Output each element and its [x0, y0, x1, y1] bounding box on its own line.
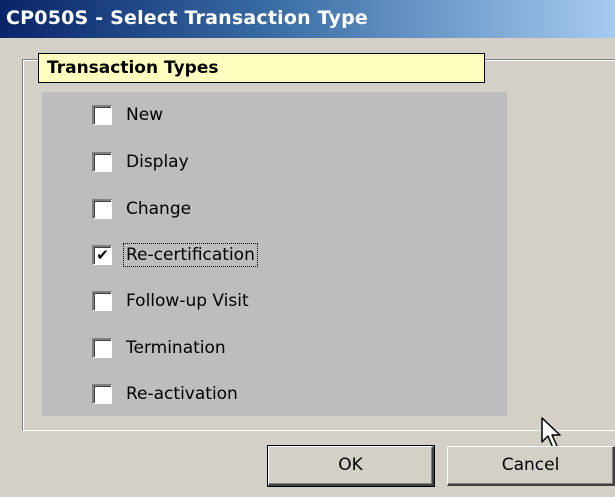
option-re-certification[interactable]: ✔ Re-certification — [92, 242, 258, 268]
checkbox-display[interactable] — [92, 152, 112, 172]
option-label[interactable]: Change — [124, 198, 193, 220]
dialog-body: Transaction Types New Display Change ✔ R… — [0, 38, 615, 497]
ok-button[interactable]: OK — [267, 445, 435, 487]
checkbox-new[interactable] — [92, 105, 112, 125]
checkbox-follow-up-visit[interactable] — [92, 291, 112, 311]
option-re-activation[interactable]: Re-activation — [92, 381, 240, 407]
checkbox-termination[interactable] — [92, 338, 112, 358]
cancel-button[interactable]: Cancel — [447, 446, 615, 486]
option-label[interactable]: Re-activation — [124, 383, 240, 405]
option-label[interactable]: Follow-up Visit — [124, 290, 251, 312]
option-label[interactable]: Re-certification — [123, 243, 258, 267]
checkbox-re-activation[interactable] — [92, 384, 112, 404]
window-title: CP050S - Select Transaction Type — [6, 7, 369, 29]
option-label[interactable]: New — [124, 104, 165, 126]
checkbox-change[interactable] — [92, 199, 112, 219]
option-termination[interactable]: Termination — [92, 335, 228, 361]
option-change[interactable]: Change — [92, 196, 193, 222]
option-follow-up-visit[interactable]: Follow-up Visit — [92, 288, 251, 314]
transaction-type-list: New Display Change ✔ Re-certification Fo… — [42, 92, 507, 416]
group-header: Transaction Types — [38, 53, 485, 83]
title-bar[interactable]: CP050S - Select Transaction Type — [0, 0, 615, 38]
option-label[interactable]: Termination — [124, 337, 228, 359]
checkmark-icon: ✔ — [96, 246, 109, 264]
option-new[interactable]: New — [92, 102, 165, 128]
option-display[interactable]: Display — [92, 149, 191, 175]
option-label[interactable]: Display — [124, 151, 191, 173]
checkbox-re-certification[interactable]: ✔ — [92, 245, 112, 265]
